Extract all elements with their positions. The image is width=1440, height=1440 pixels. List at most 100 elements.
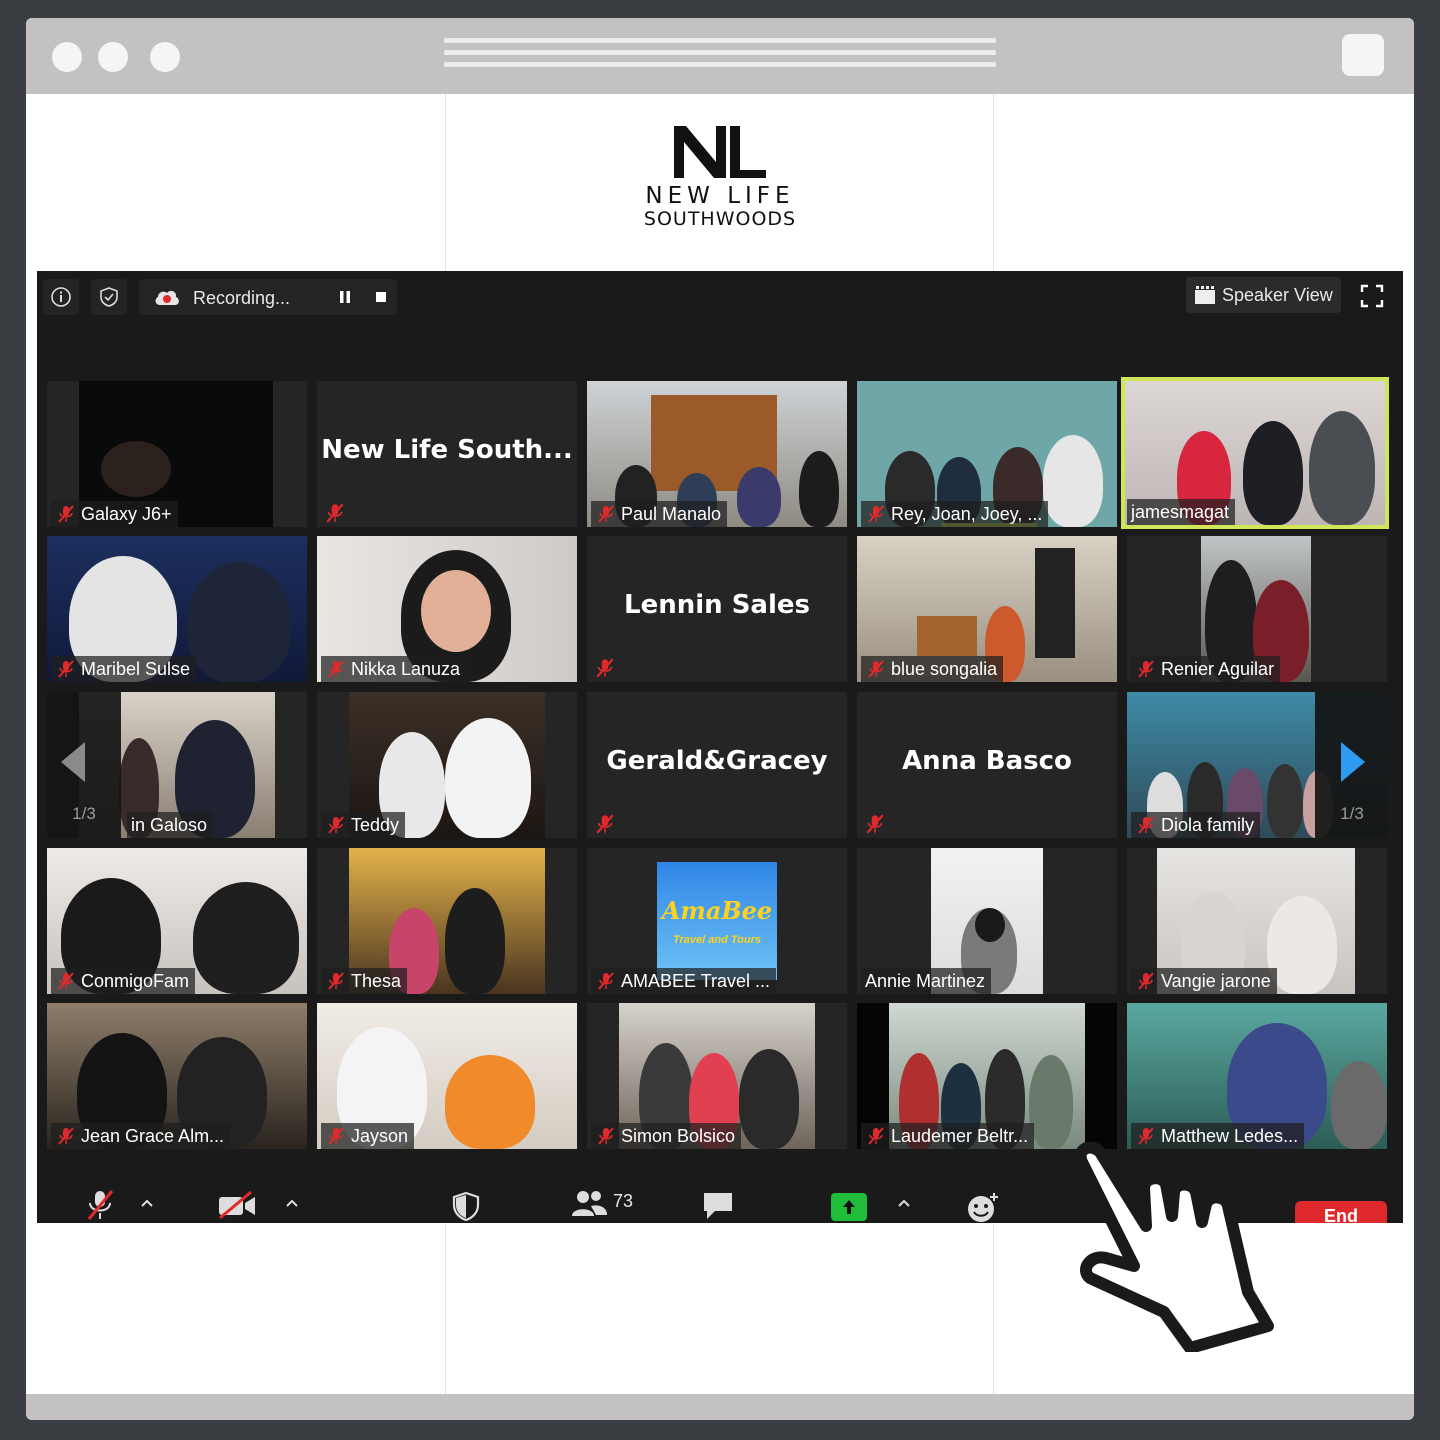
video-tile[interactable]: Vangie jarone [1127,848,1387,994]
next-page-button[interactable]: 1/3 [1315,692,1387,838]
shield-check-icon [100,287,118,307]
participant-name: ConmigoFam [81,971,190,991]
muted-mic-icon [328,660,344,678]
participant-name: in Galoso [131,815,208,835]
participant-name: Thesa [351,971,402,991]
start-video-button[interactable] [217,1190,257,1220]
participant-nameplate: blue songalia [861,656,1004,682]
video-options-button[interactable] [284,1195,300,1211]
participant-nameplate: Thesa [321,968,408,994]
audio-options-button[interactable] [139,1195,155,1211]
muted-mic-icon [868,1127,884,1145]
muted-mic-icon [598,505,614,523]
muted-mic-icon [58,660,74,678]
participant-display-name: Lennin Sales [624,590,810,620]
video-tile[interactable]: Paul Manalo [587,381,847,527]
muted-mic-icon [598,1127,614,1145]
participant-display-name: Anna Basco [902,746,1072,776]
speaker-view-button[interactable]: Speaker View [1186,277,1341,313]
amabee-logo: AmaBee Travel and Tours [657,862,777,980]
previous-page-button[interactable]: 1/3 [47,692,121,838]
video-tile[interactable]: Matthew Ledes... [1127,1003,1387,1149]
stop-recording-button[interactable] [365,279,397,315]
meeting-info-button[interactable] [43,279,79,315]
security-button[interactable] [451,1191,481,1222]
video-tile[interactable]: Galaxy J6+ [47,381,307,527]
muted-mic-icon [866,814,884,834]
pause-icon [340,291,350,303]
cloud-record-icon [155,290,179,305]
participant-name: Jean Grace Alm... [81,1126,225,1146]
participant-name: Vangie jarone [1161,971,1271,991]
share-screen-button[interactable] [831,1193,867,1221]
brand-logo: NEW LIFE SOUTHWOODS [620,122,820,242]
video-tile[interactable]: New Life South... [317,381,577,527]
video-tile[interactable]: Nikka Lanuza [317,536,577,682]
browser-bottom-bar [26,1394,1414,1420]
participants-button[interactable]: 73 [571,1189,641,1219]
unmute-button[interactable] [85,1189,115,1221]
participant-nameplate: Vangie jarone [1131,968,1277,994]
video-tile[interactable]: Lennin Sales [587,536,847,682]
video-tile[interactable]: Diola family 1/3 [1127,692,1387,838]
security-status-button[interactable] [91,279,127,315]
video-tile[interactable]: Maribel Sulse [47,536,307,682]
window-dot-3[interactable] [150,42,180,72]
video-tile[interactable]: Laudemer Beltr... [857,1003,1117,1149]
arrow-up-icon [843,1200,855,1214]
muted-mic-icon [868,505,884,523]
address-bar[interactable] [444,38,996,74]
video-tile[interactable]: Gerald&Gracey [587,692,847,838]
video-tile[interactable]: Anna Basco [857,692,1117,838]
smiley-add-icon [968,1193,998,1222]
participant-nameplate: Jean Grace Alm... [51,1123,231,1149]
video-tile[interactable]: Teddy [317,692,577,838]
fullscreen-button[interactable] [1359,283,1385,309]
video-tile[interactable]: blue songalia [857,536,1117,682]
window-menu-button[interactable] [1342,34,1384,76]
video-tile[interactable]: ConmigoFam [47,848,307,994]
video-tile[interactable]: Jean Grace Alm... [47,1003,307,1149]
participant-nameplate: ConmigoFam [51,968,196,994]
participant-name: Renier Aguilar [1161,659,1275,679]
video-tile[interactable]: Jayson [317,1003,577,1149]
chevron-left-icon [61,742,85,782]
window-dot-1[interactable] [52,42,82,72]
participant-nameplate: Diola family [1131,812,1261,838]
video-tile-active-speaker[interactable]: jamesmagat [1121,377,1389,529]
reactions-button[interactable] [965,1191,1001,1223]
muted-mic-icon [1138,972,1154,990]
window-dot-2[interactable] [98,42,128,72]
participants-count: 73 [613,1191,634,1211]
participant-nameplate: AMABEE Travel ... [591,968,777,994]
end-label: End [1324,1206,1358,1223]
participant-nameplate: Simon Bolsico [591,1123,742,1149]
browser-titlebar [26,18,1414,94]
page-indicator-left: 1/3 [72,804,96,823]
video-tile[interactable]: AmaBee Travel and Tours AMABEE Travel ..… [587,848,847,994]
page-indicator-right: 1/3 [1340,804,1364,823]
pause-recording-button[interactable] [329,279,361,315]
muted-mic-icon [328,1127,344,1145]
zoom-meeting-window: Recording... Speaker View Galaxy J6+ New… [37,271,1403,1223]
video-tile[interactable]: Annie Martinez [857,848,1117,994]
participant-nameplate: Paul Manalo [591,501,728,527]
video-tile[interactable]: Simon Bolsico [587,1003,847,1149]
share-options-button[interactable] [896,1195,912,1211]
grid-view-icon [1195,286,1215,304]
nl-monogram-icon [674,126,766,178]
muted-mic-icon [598,972,614,990]
participant-name: Diola family [1161,815,1255,835]
meeting-top-bar: Recording... Speaker View [37,271,1403,323]
video-tile[interactable]: Rey, Joan, Joey, ... [857,381,1117,527]
participant-display-name: New Life South... [321,435,573,465]
video-tile[interactable]: Renier Aguilar [1127,536,1387,682]
video-tile[interactable]: Thesa [317,848,577,994]
participants-icon [572,1191,607,1216]
chat-button[interactable] [701,1191,735,1221]
chevron-up-icon [141,1199,153,1207]
participant-name: blue songalia [891,659,998,679]
end-meeting-button[interactable]: End [1295,1201,1387,1223]
participant-nameplate: Galaxy J6+ [51,501,178,527]
video-tile[interactable]: in Galoso 1/3 [47,692,307,838]
